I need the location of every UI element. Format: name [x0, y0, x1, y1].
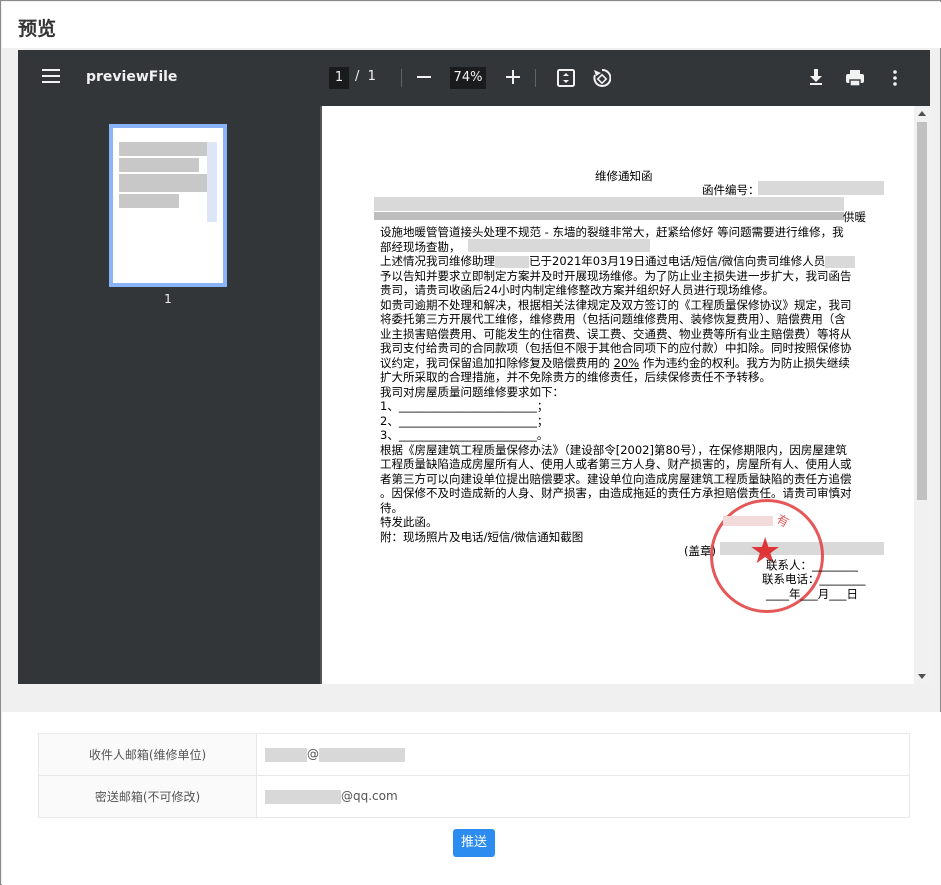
pdf-toolbar: previewFile 1 / 1 74% [18, 50, 930, 106]
doc-line: 议约定，我司保留追加扣除修复及赔偿费用的 20% 作为违约金的权利。我方为防止损… [380, 356, 850, 371]
doc-line-part: 议约定，我司保留追加扣除修复及赔偿费用的 [380, 356, 610, 370]
doc-line: 予以告知并要求立即制定方案并及时开展现场维修。为了防止业主损失进一步扩大，我司函… [380, 269, 852, 283]
doc-line: 如贵司逾期不处理和解决，根据相关法律规定及双方签订的《工程质量保修协议》规定，我… [380, 298, 852, 312]
more-options-icon[interactable] [890, 68, 900, 88]
email-table: 收件人邮箱(维修单位) @ 密送邮箱(不可修改) @qq.com [38, 733, 910, 818]
doc-line: 根据《房屋建筑工程质量保修办法》（建设部令[2002]第80号），在保修期限内，… [380, 443, 847, 457]
requirement-item: 3、________________________。 [380, 428, 549, 442]
toolbar-divider [401, 69, 402, 87]
contact-label: 联系人：________ [766, 558, 858, 572]
document-area[interactable]: 维修通知函 函件编号： 供暖 设施地暖管管道接头处理不规范 - 东墙的裂缝非常大… [320, 106, 930, 684]
doc-line: 附：现场照片及电话/短信/微信通知截图 [380, 530, 584, 544]
page-separator: / [355, 69, 360, 84]
scroll-thumb[interactable] [917, 122, 927, 500]
doc-line: 扩大所采取的合理措施，并不免除贵方的维修责任，后续保修责任不予转移。 [380, 370, 771, 384]
rotate-icon[interactable] [591, 67, 612, 89]
cc-email-label: 密送邮箱(不可修改) [38, 775, 257, 818]
doc-line: 上述情况我司维修助理 已于2021年03月19日通过电话/短信/微信向贵司维修人员 [380, 254, 856, 269]
doc-line: 设施地暖管管道接头处理不规范 - 东墙的裂缝非常大，赶紧给修好 等问题需要进行维… [380, 225, 844, 239]
download-icon[interactable] [807, 67, 825, 87]
masked-email-domain [319, 747, 405, 762]
doc-line: 我司支付给贵司的合同款项（包括但不限于其他合同项下的应付款）中扣除。同时按照保修… [380, 341, 852, 355]
redacted-address [374, 212, 844, 220]
pdf-page: 维修通知函 函件编号： 供暖 设施地暖管管道接头处理不规范 - 东墙的裂缝非常大… [322, 106, 914, 684]
page-title: 预览 [18, 18, 57, 40]
table-row: 收件人邮箱(维修单位) @ [38, 733, 910, 776]
zoom-out-icon[interactable] [415, 67, 433, 87]
doc-line: 者第三方可以向建设单位提出赔偿要求。建设单位向造成房屋建筑工程质量缺陷的责任方追… [380, 472, 852, 486]
phone-label: 联系电话：________ [762, 572, 866, 586]
doc-line-part: 已于2021年03月19日通过电话/短信/微信向贵司维修人员 [529, 254, 826, 268]
redacted-letter-number [758, 181, 884, 195]
fit-page-icon[interactable] [556, 68, 576, 88]
menu-icon[interactable] [42, 69, 60, 83]
requirement-item: 1、________________________； [380, 399, 549, 413]
letter-number-label: 函件编号： [702, 183, 760, 197]
letter-title: 维修通知函 [595, 169, 653, 183]
doc-line: 业主损害赔偿费用、可能发生的住宿费、误工费、交通费、物业费等所有业主赔偿费）等将… [380, 327, 852, 341]
email-form: 收件人邮箱(维修单位) @ 密送邮箱(不可修改) @qq.com 推送 [2, 712, 941, 885]
thumbnail-sidebar: 1 [18, 106, 320, 684]
penalty-percentage: 20% [613, 356, 640, 370]
recipient-email-field[interactable]: @ [256, 733, 910, 776]
zoom-in-icon[interactable] [504, 67, 522, 87]
redacted-recipient [374, 197, 844, 211]
thumbnail-page-number: 1 [164, 292, 172, 306]
redacted-text [468, 239, 650, 252]
doc-line: 工程质量缺陷造成房屋所有人、使用人或者第三方人身、财产损害的，房屋所有人、使用人… [380, 457, 852, 471]
dialog-header: 预览 [2, 2, 941, 48]
masked-email-user [265, 789, 341, 804]
recipient-at-sign: @ [307, 747, 319, 762]
document-scrollbar[interactable] [914, 106, 930, 684]
page-number-input[interactable]: 1 [329, 67, 349, 89]
doc-line: 部经现场查勘， [380, 240, 461, 254]
zoom-level-input[interactable]: 74% [450, 67, 486, 89]
doc-line: 特发此函。 [380, 515, 438, 529]
page-thumbnail[interactable] [109, 124, 227, 287]
preview-dialog: 预览 previewFile 1 / 1 74% 1 维修通知函 函件编号： 供… [0, 0, 941, 885]
print-icon[interactable] [845, 68, 865, 88]
cc-email-field: @qq.com [256, 775, 910, 818]
requirement-item: 2、________________________； [380, 414, 549, 428]
doc-line: 。因保修不及时造成新的人身、财产损害，由造成拖延的责任方承担赔偿责任。请贵司审慎… [380, 486, 852, 500]
scroll-up-icon[interactable] [918, 111, 926, 116]
doc-line-part: 作为违约金的权利。我方为防止损失继续 [642, 356, 850, 370]
file-name: previewFile [86, 69, 178, 85]
recipient-email-label: 收件人邮箱(维修单位) [38, 733, 257, 776]
masked-email-user [265, 747, 307, 762]
toolbar-divider [535, 69, 536, 87]
pdf-viewer: previewFile 1 / 1 74% 1 维修通知函 函件编号： 供暖 设… [18, 50, 930, 684]
doc-line: 将委托第三方开展代工维修，维修费用（包括问题维修费用、装修恢复费用）、赔偿费用（… [380, 312, 846, 326]
cc-email-domain: @qq.com [341, 789, 398, 804]
scroll-down-icon[interactable] [918, 674, 926, 679]
doc-line: 贵司，请贵司收函后24小时内制定维修整改方案并组织好人员进行现场维修。 [380, 283, 775, 297]
date-line: ____年___月___日 [766, 587, 858, 601]
send-button[interactable]: 推送 [453, 829, 495, 857]
total-pages: 1 [367, 69, 376, 84]
doc-line: 待。 [380, 501, 403, 515]
table-row: 密送邮箱(不可修改) @qq.com [38, 775, 910, 818]
page-count: / 1 [355, 69, 376, 84]
doc-line: 我司对房屋质量问题维修要求如下： [380, 385, 564, 399]
para1-tail: 供暖 [843, 210, 866, 224]
doc-line-part: 上述情况我司维修助理 [380, 254, 495, 268]
